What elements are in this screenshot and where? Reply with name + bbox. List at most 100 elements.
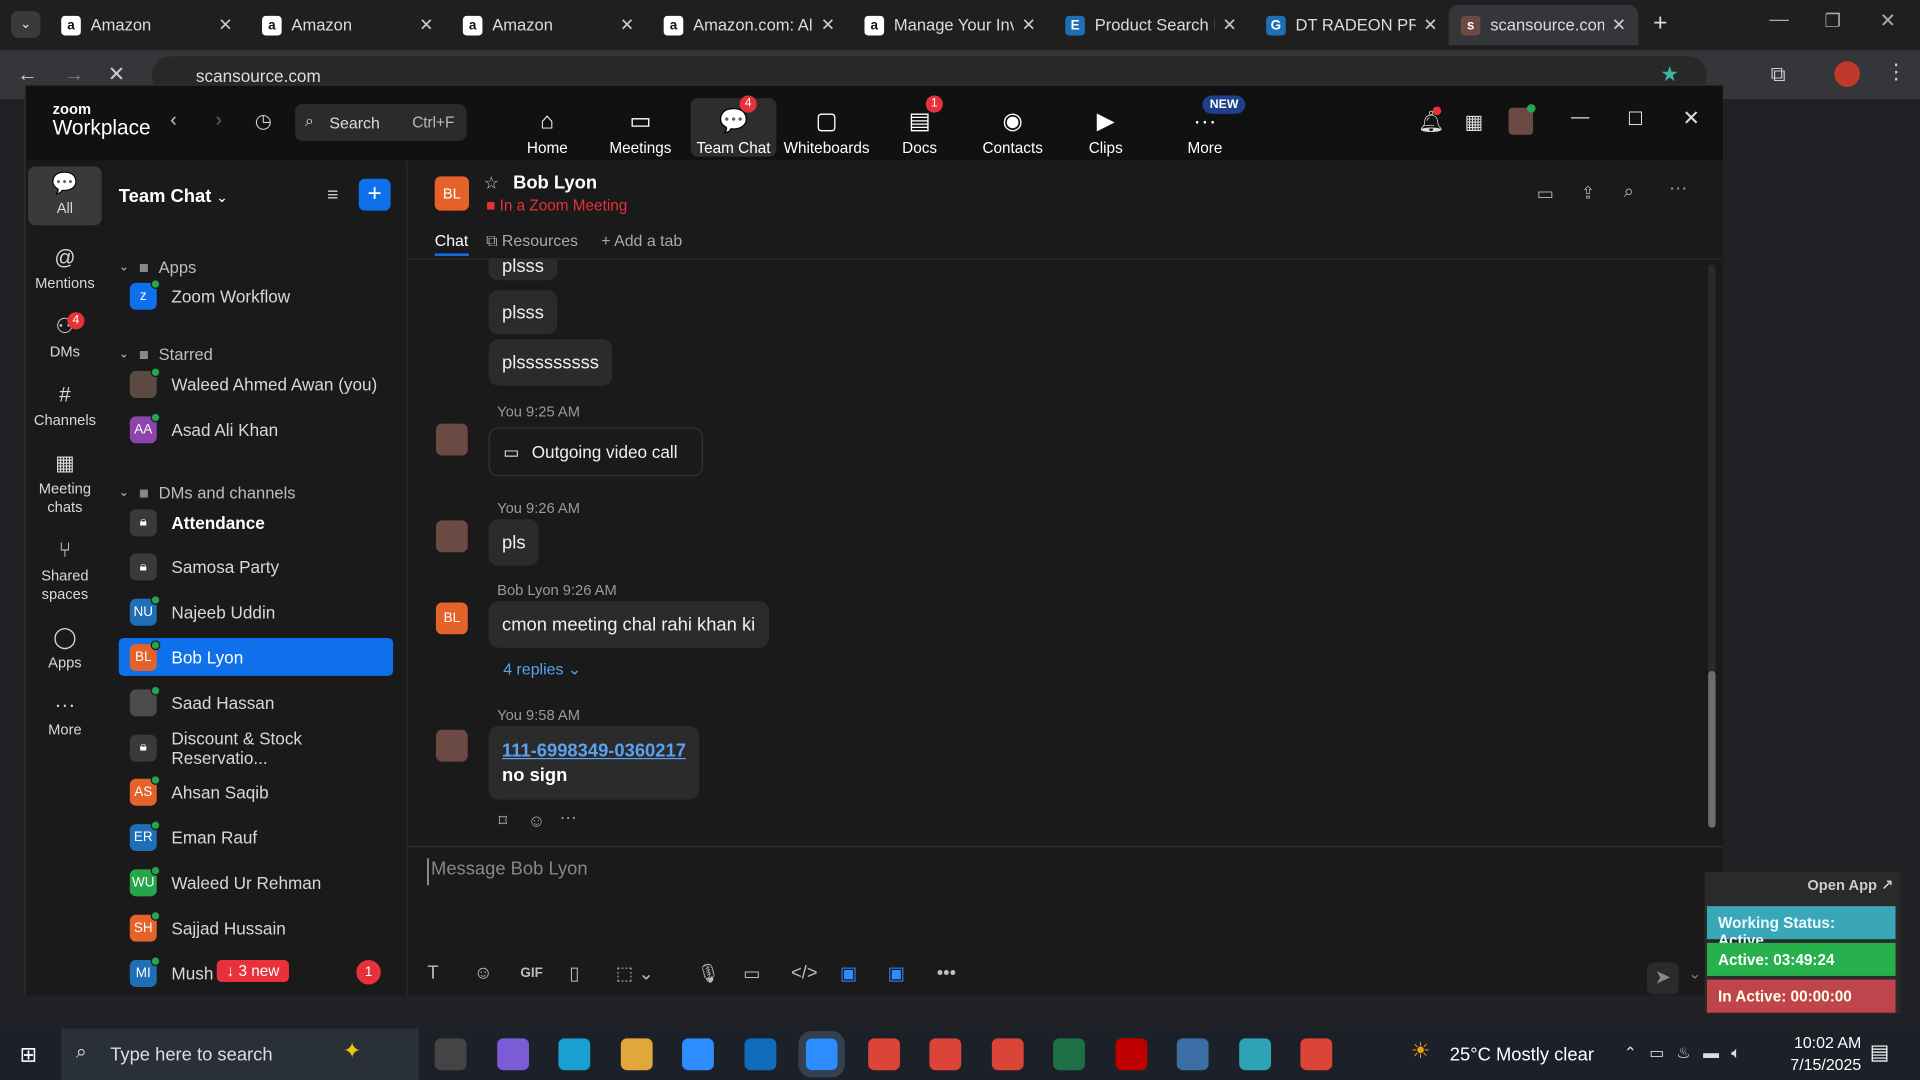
browser-menu-icon[interactable]: ⋮ — [1886, 60, 1907, 84]
bell-icon[interactable]: 🔔︎ — [1418, 106, 1444, 134]
history-icon[interactable]: ◷ — [255, 109, 272, 133]
message-bubble[interactable]: 111-6998349-0360217 no sign — [488, 726, 700, 800]
search-input[interactable]: ⌕ Search Ctrl+F — [295, 104, 467, 141]
windows-start-icon[interactable]: ⊞ — [20, 1043, 37, 1067]
tab-resources[interactable]: ⧉ Resources — [486, 231, 578, 251]
rail-all[interactable]: 💬 All — [28, 166, 102, 226]
star-icon[interactable]: ☆ — [484, 173, 499, 194]
excel-icon[interactable] — [1053, 1038, 1085, 1071]
chrome-icon[interactable] — [991, 1038, 1024, 1071]
open-app-link[interactable]: Open App ↗ — [1807, 877, 1893, 894]
tab-close-icon[interactable]: ✕ — [218, 15, 232, 36]
reply-icon[interactable]: ⌑ — [498, 811, 507, 832]
app-icon[interactable]: ▣ — [840, 962, 857, 985]
rail-channels[interactable]: # Channels — [28, 384, 101, 430]
send-icon[interactable]: ➤ — [1646, 962, 1679, 995]
nav-home[interactable]: ⌂ Home — [504, 98, 590, 157]
sidebar-item[interactable]: Waleed Ahmed Awan (you) — [119, 365, 393, 403]
sidebar-item[interactable]: 🔒︎ Attendance — [119, 503, 393, 541]
bookmark-star-icon[interactable]: ★ — [1660, 62, 1679, 86]
gif-icon[interactable]: GIF — [520, 966, 542, 981]
tab-close-icon[interactable]: ✕ — [1022, 15, 1036, 36]
zoom-close-icon[interactable]: ✕ — [1682, 107, 1699, 131]
taskbar-search[interactable]: ⌕ Type here to search ✦ — [61, 1028, 419, 1080]
rail-apps[interactable]: ◯ Apps — [28, 627, 101, 672]
tab-chat[interactable]: Chat — [435, 231, 469, 249]
browser-tab[interactable]: G DT RADEON PRO ✕ — [1254, 7, 1450, 43]
emoji-react-icon[interactable]: ☺ — [528, 811, 546, 831]
message-bubble[interactable]: plsss — [488, 290, 558, 335]
order-link[interactable]: 111-6998349-0360217 — [502, 740, 686, 761]
browser-tab[interactable]: a Amazon ✕ — [451, 7, 647, 43]
nav-clips[interactable]: ▶ Clips — [1063, 98, 1149, 157]
tab-close-icon[interactable]: ✕ — [821, 15, 835, 36]
chat-more-icon[interactable]: ··· — [1669, 178, 1687, 199]
tab-close-icon[interactable]: ✕ — [419, 15, 433, 36]
zoom-taskbar-icon[interactable] — [798, 1031, 845, 1078]
screenshot-icon[interactable]: ⬚ ⌄ — [616, 962, 654, 985]
task-view-icon[interactable] — [434, 1038, 467, 1071]
sidebar-item[interactable]: MI Mush ↓ 3 new 1 — [119, 954, 393, 992]
chat-search-icon[interactable]: ⌕ — [1624, 181, 1634, 202]
section-header[interactable]: ⌄ ■ Apps — [119, 258, 197, 276]
sidebar-item[interactable]: AA Asad Ali Khan — [119, 410, 393, 448]
text-format-icon[interactable]: T — [427, 962, 438, 983]
calculator-icon[interactable] — [1176, 1038, 1209, 1071]
avatar[interactable] — [435, 423, 468, 456]
rail-dms[interactable]: ⚇ DMs 4 — [28, 312, 101, 361]
message-input[interactable]: Message Bob Lyon — [427, 858, 1652, 886]
filezilla-icon[interactable] — [1114, 1038, 1147, 1071]
emoji-icon[interactable]: ☺ — [474, 962, 493, 983]
sidebar-item[interactable]: AS Ahsan Saqib — [119, 774, 393, 812]
video-message-icon[interactable]: ▭ — [743, 962, 760, 985]
rail-meeting-chats[interactable]: ▦ Meeting chats — [28, 453, 101, 516]
profile-avatar[interactable] — [1834, 61, 1861, 87]
new-chat-button[interactable]: + — [358, 178, 391, 211]
browser-tab[interactable]: a Amazon ✕ — [49, 7, 245, 43]
nav-whiteboards[interactable]: ▢ Whiteboards — [784, 98, 870, 157]
notification-icon[interactable]: ▤ — [1870, 1041, 1890, 1065]
section-header[interactable]: ⌄ ■ Starred — [119, 345, 213, 363]
contact-avatar[interactable]: BL — [434, 176, 469, 211]
scrollbar[interactable] — [1708, 264, 1716, 828]
weather-text[interactable]: 25°C Mostly clear — [1450, 1044, 1594, 1065]
system-tray-icons[interactable]: ⌃▭♨▬🔈︎ — [1624, 1043, 1753, 1063]
app-icon[interactable] — [1238, 1038, 1271, 1071]
minimize-icon[interactable]: — — [1769, 10, 1789, 32]
zoom-maximize-icon[interactable]: ☐ — [1627, 108, 1643, 130]
sidebar-item[interactable]: NU Najeeb Uddin — [119, 593, 393, 631]
code-icon[interactable]: </> — [791, 962, 818, 983]
browser-tab[interactable]: a Amazon.com: Al ✕ — [651, 7, 847, 43]
team-chat-title[interactable]: Team Chat ⌄ — [119, 186, 228, 207]
rail-shared-spaces[interactable]: ⑂ Shared spaces — [28, 540, 101, 603]
message-bubble[interactable]: pls — [488, 519, 540, 566]
nav-contacts[interactable]: ◉ Contacts — [970, 98, 1056, 157]
file-explorer-icon[interactable] — [620, 1038, 653, 1071]
extensions-icon[interactable]: ⧉ — [1771, 62, 1786, 86]
nav-back-icon[interactable]: ‹ — [170, 110, 177, 132]
send-options-icon[interactable]: ⌄ — [1689, 965, 1701, 982]
call-card[interactable]: ▭ Outgoing video call — [488, 427, 703, 477]
browser-tab[interactable]: E Product Search R ✕ — [1053, 7, 1249, 43]
replies-link[interactable]: 4 replies ⌄ — [503, 660, 581, 680]
calendar-icon[interactable]: ▦ — [1465, 110, 1484, 134]
mic-icon[interactable]: 🎙︎ — [697, 962, 720, 985]
zoom-profile-avatar[interactable] — [1508, 104, 1536, 135]
message-bubble[interactable]: plsssssssss — [488, 339, 613, 386]
sidebar-item[interactable]: ER Eman Rauf — [119, 819, 393, 857]
nav-team-chat[interactable]: 💬 Team Chat 4 — [690, 95, 777, 157]
clock-date[interactable]: 7/15/2025 — [1776, 1056, 1861, 1074]
section-header[interactable]: ⌄ ■ DMs and channels — [119, 484, 296, 502]
sidebar-item[interactable]: BL Bob Lyon — [118, 638, 394, 677]
nav-forward-icon[interactable]: › — [216, 110, 223, 132]
avatar[interactable] — [435, 520, 468, 553]
sidebar-item[interactable]: WU Waleed Ur Rehman — [119, 864, 393, 902]
chrome-icon[interactable] — [929, 1038, 962, 1071]
sidebar-item[interactable]: Saad Hassan — [119, 684, 393, 722]
rail-more[interactable]: ··· More — [28, 694, 101, 740]
stop-icon[interactable]: ✕ — [108, 62, 125, 86]
filter-icon[interactable]: ≡ — [327, 185, 338, 207]
copilot-icon[interactable] — [496, 1038, 529, 1071]
avatar[interactable]: BL — [435, 602, 468, 635]
weather-icon[interactable]: ☀ — [1411, 1038, 1431, 1064]
